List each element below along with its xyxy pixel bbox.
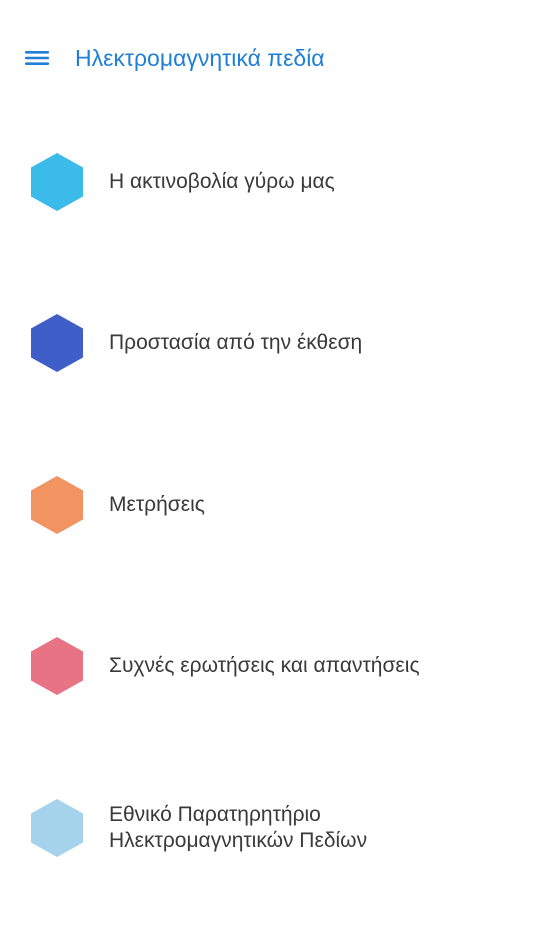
hamburger-menu-icon [24,48,50,68]
menu-item-label: Η ακτινοβολία γύρω μας [109,169,335,193]
hexagon-icon [31,314,83,373]
menu-item-label: Συχνές ερωτήσεις και απαντήσεις [109,654,420,678]
hexagon-icon [31,475,83,534]
hexagon-icon [31,637,83,696]
app-bar: Ηλεκτρομαγνητικά πεδία [0,0,534,116]
menu-item-label: Εθνικό Παρατηρητήριο Ηλεκτρομαγνητικών Π… [109,802,368,852]
menu-item-national-observatory[interactable]: Εθνικό Παρατηρητήριο Ηλεκτρομαγνητικών Π… [0,747,534,909]
menu-button[interactable] [24,47,50,69]
app-title: Ηλεκτρομαγνητικά πεδία [75,45,325,71]
menu-item-label: Προστασία από την έκθεση [109,331,363,355]
hexagon-icon [31,798,83,857]
menu-item-label: Μετρήσεις [109,492,205,516]
menu-item-radiation-around-us[interactable]: Η ακτινοβολία γύρω μας [0,101,534,263]
menu-item-measurements[interactable]: Μετρήσεις [0,424,534,586]
menu-item-exposure-protection[interactable]: Προστασία από την έκθεση [0,263,534,425]
menu-item-faq[interactable]: Συχνές ερωτήσεις και απαντήσεις [0,586,534,748]
menu-list: Η ακτινοβολία γύρω μας Προστασία από την… [0,101,534,909]
hexagon-icon [31,152,83,211]
